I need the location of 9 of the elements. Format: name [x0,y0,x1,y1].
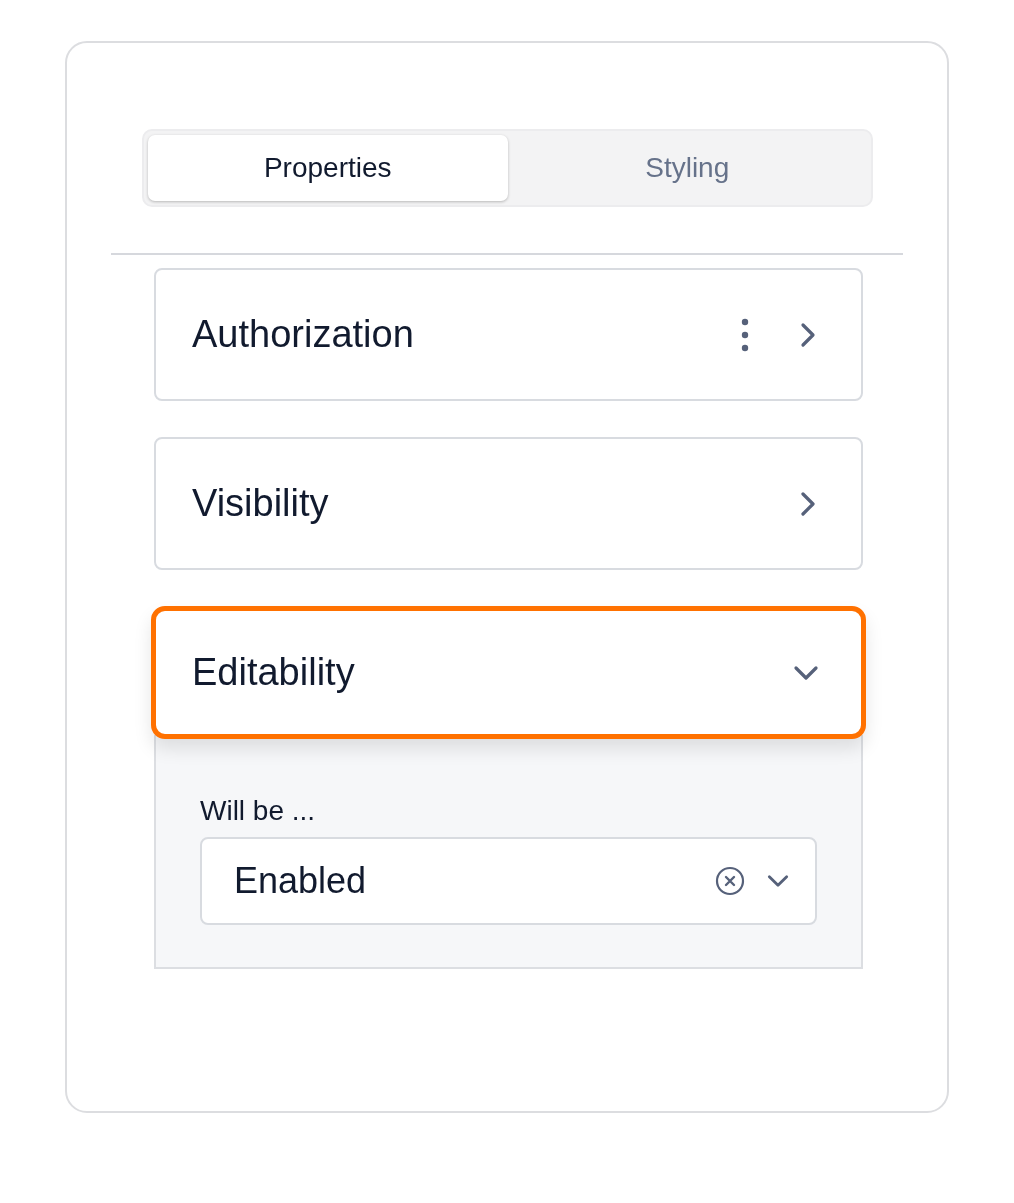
section-header[interactable]: Visibility [154,437,863,570]
clear-icon[interactable] [715,866,745,896]
select-field[interactable]: Enabled [200,837,817,925]
field-label: Will be ... [200,795,316,827]
kebab-menu-icon[interactable] [741,317,749,352]
section-header[interactable]: Editability [151,606,866,739]
tab[interactable]: Styling [507,135,867,201]
tab[interactable]: Properties [148,135,508,201]
section-header[interactable]: Authorization [154,268,863,401]
